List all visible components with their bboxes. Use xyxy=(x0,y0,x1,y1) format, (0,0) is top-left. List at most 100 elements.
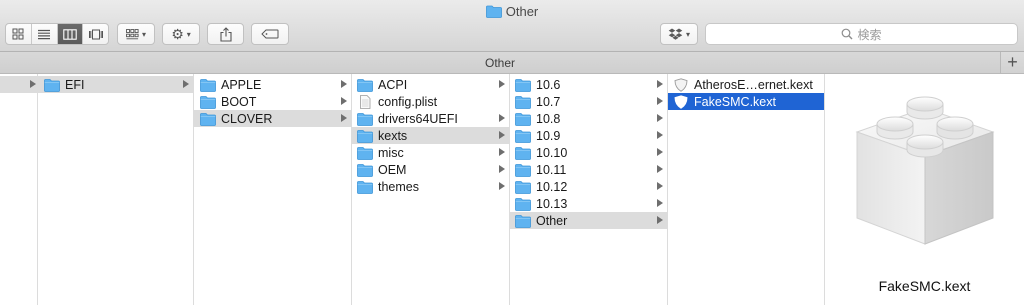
add-tab-button[interactable]: + xyxy=(1000,52,1024,73)
column-view-button[interactable] xyxy=(57,24,84,44)
tab-bar: Other + xyxy=(0,52,1024,74)
column-3[interactable]: ACPI config.plist drivers64UEFI kexts misc OE… xyxy=(352,74,510,305)
grid-arrange-icon xyxy=(126,28,139,39)
tag-icon xyxy=(261,29,279,39)
search-icon xyxy=(842,28,853,40)
list-item[interactable]: 10.12 xyxy=(510,178,667,195)
list-item-label: OEM xyxy=(378,162,407,177)
list-view-button[interactable] xyxy=(32,24,58,44)
list-view-icon xyxy=(38,29,51,39)
list-item-label: 10.9 xyxy=(536,128,561,143)
tab-other[interactable]: Other xyxy=(0,56,1000,70)
chevron-down-icon: ▾ xyxy=(685,29,690,39)
folder-icon xyxy=(200,78,216,92)
folder-icon xyxy=(515,163,531,177)
disclosure-arrow-icon xyxy=(657,165,663,173)
cover-flow-view-button[interactable] xyxy=(83,24,108,44)
window-title: Other xyxy=(0,4,1024,19)
folder-icon xyxy=(200,95,216,109)
tag-button[interactable] xyxy=(251,23,289,45)
list-item[interactable]: EFI xyxy=(38,76,193,93)
folder-icon xyxy=(357,163,373,177)
column-1[interactable]: EFI xyxy=(38,74,194,305)
disclosure-arrow-icon xyxy=(657,80,663,88)
disclosure-arrow-icon xyxy=(657,131,663,139)
list-item-label: 10.10 xyxy=(536,145,568,160)
document-icon xyxy=(360,94,371,109)
disclosure-arrow-icon xyxy=(341,97,347,105)
list-item[interactable]: APPLE xyxy=(194,76,351,93)
list-item-label: misc xyxy=(378,145,404,160)
dropbox-menu-button[interactable]: ▾ xyxy=(660,23,698,45)
kext-shield-icon xyxy=(674,77,688,92)
folder-icon xyxy=(515,146,531,160)
folder-icon xyxy=(200,112,216,126)
search-placeholder: 検索 xyxy=(857,27,882,42)
list-item[interactable]: config.plist xyxy=(352,93,509,110)
view-mode-segmented-control[interactable] xyxy=(5,23,109,45)
column-2[interactable]: APPLE BOOT CLOVER xyxy=(194,74,352,305)
icon-view-icon xyxy=(12,28,24,40)
window-title-text: Other xyxy=(505,4,539,19)
kext-shield-icon xyxy=(674,94,688,109)
folder-icon xyxy=(44,78,60,92)
list-item[interactable]: AtherosE…ernet.kext xyxy=(668,76,824,93)
list-item[interactable]: Other xyxy=(510,212,667,229)
folder-icon xyxy=(515,214,531,228)
list-item[interactable]: misc xyxy=(352,144,509,161)
arrange-menu-button[interactable]: ▾ xyxy=(117,23,155,45)
list-item-label: 10.6 xyxy=(536,77,561,92)
disclosure-arrow-icon xyxy=(341,80,347,88)
folder-icon xyxy=(357,129,373,143)
list-item[interactable]: 10.6 xyxy=(510,76,667,93)
disclosure-arrow-icon xyxy=(499,182,505,190)
disclosure-arrow-icon xyxy=(499,131,505,139)
toolbar: Other ▾ ⚙ ▾ ▾ 検索 xyxy=(0,0,1024,52)
preview-pane: FakeSMC.kext xyxy=(825,74,1024,305)
share-button[interactable] xyxy=(207,23,244,45)
list-item-label: kexts xyxy=(378,128,408,143)
folder-icon xyxy=(357,180,373,194)
list-item[interactable]: 10.10 xyxy=(510,144,667,161)
list-item[interactable]: ACPI xyxy=(352,76,509,93)
column-5[interactable]: AtherosE…ernet.kext FakeSMC.kext xyxy=(668,74,825,305)
folder-icon xyxy=(515,95,531,109)
list-item[interactable]: 10.11 xyxy=(510,161,667,178)
icon-view-button[interactable] xyxy=(6,24,32,44)
column-browser: EFI APPLE BOOT CLOVER ACPI config.plist driv… xyxy=(0,74,1024,305)
disclosure-arrow-icon xyxy=(499,165,505,173)
list-item[interactable]: FakeSMC.kext xyxy=(668,93,824,110)
list-item[interactable]: 10.13 xyxy=(510,195,667,212)
disclosure-arrow-icon xyxy=(183,80,189,88)
disclosure-arrow-icon xyxy=(499,114,505,122)
action-menu-button[interactable]: ⚙ ▾ xyxy=(162,23,200,45)
list-item[interactable]: 10.9 xyxy=(510,127,667,144)
folder-icon xyxy=(515,112,531,126)
gear-icon: ⚙ xyxy=(171,25,184,42)
folder-icon xyxy=(515,197,531,211)
list-item-label: 10.8 xyxy=(536,111,561,126)
column-4[interactable]: 10.6 10.7 10.8 10.9 10.10 10.11 10.12 10.13 Othe… xyxy=(510,74,668,305)
disclosure-arrow-icon xyxy=(657,182,663,190)
list-item[interactable]: drivers64UEFI xyxy=(352,110,509,127)
list-item-label: Other xyxy=(536,213,568,228)
disclosure-arrow-icon xyxy=(657,199,663,207)
kext-lego-brick-icon xyxy=(855,96,995,245)
list-item-label: 10.12 xyxy=(536,179,568,194)
cover-flow-icon xyxy=(88,29,103,39)
list-item[interactable]: CLOVER xyxy=(194,110,351,127)
disclosure-arrow-icon xyxy=(499,80,505,88)
folder-icon xyxy=(357,112,373,126)
list-item[interactable]: kexts xyxy=(352,127,509,144)
list-item[interactable]: 10.7 xyxy=(510,93,667,110)
dropbox-icon xyxy=(668,28,683,40)
column-0[interactable] xyxy=(0,74,38,305)
list-item[interactable]: 10.8 xyxy=(510,110,667,127)
list-item[interactable]: BOOT xyxy=(194,93,351,110)
list-item-label: themes xyxy=(378,179,419,194)
list-item[interactable]: OEM xyxy=(352,161,509,178)
disclosure-arrow-icon xyxy=(657,148,663,156)
list-item-label: 10.13 xyxy=(536,196,568,211)
list-item[interactable]: themes xyxy=(352,178,509,195)
search-field[interactable]: 検索 xyxy=(705,23,1018,45)
